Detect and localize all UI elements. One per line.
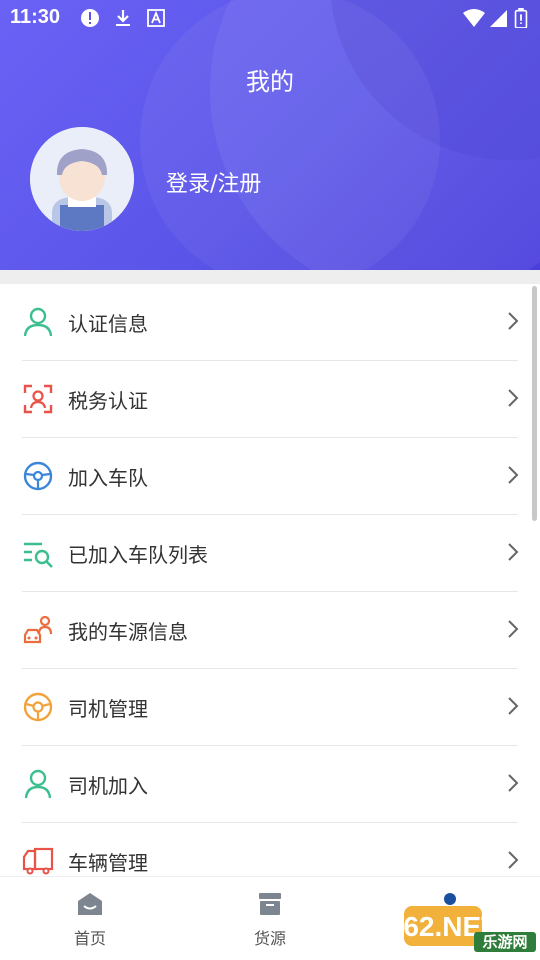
chevron-right-icon	[508, 851, 519, 869]
steering-wheel-icon	[23, 692, 53, 722]
battery-icon	[514, 8, 528, 28]
menu-item-label: 司机管理	[68, 697, 148, 721]
menu-item-label: 我的车源信息	[68, 620, 188, 644]
person-icon	[24, 769, 52, 799]
menu-item-label: 车辆管理	[68, 851, 148, 875]
watermark-logo: 962.NET 乐游网	[398, 906, 536, 952]
alert-icon	[81, 9, 99, 27]
box-icon	[259, 893, 281, 915]
chevron-right-icon	[508, 697, 519, 715]
signal-icon	[490, 10, 507, 27]
menu-item-certification-info[interactable]: 认证信息	[22, 284, 519, 361]
person-car-icon	[23, 615, 53, 644]
list-search-icon	[24, 542, 53, 568]
chevron-right-icon	[508, 620, 519, 638]
watermark-text-sub: 乐游网	[482, 933, 527, 951]
header-decoration	[140, 0, 440, 270]
menu-item-joined-fleet-list[interactable]: 已加入车队列表	[22, 515, 519, 592]
status-bar: 11:30	[0, 0, 540, 36]
login-register-link[interactable]: 登录/注册	[166, 166, 261, 198]
menu-item-tax-certification[interactable]: 税务认证	[22, 361, 519, 438]
menu-item-driver-join[interactable]: 司机加入	[22, 746, 519, 823]
avatar[interactable]	[30, 127, 134, 231]
person-icon	[23, 307, 53, 337]
nav-label: 首页	[73, 929, 106, 948]
menu-item-label: 已加入车队列表	[68, 543, 208, 567]
profile-header: 11:30 我的 登录/注册	[0, 0, 540, 270]
chevron-right-icon	[508, 312, 519, 330]
page-title: 我的	[246, 68, 294, 96]
menu-item-driver-management[interactable]: 司机管理	[22, 669, 519, 746]
menu-item-join-fleet[interactable]: 加入车队	[22, 438, 519, 515]
chevron-right-icon	[508, 466, 519, 484]
section-divider	[0, 270, 540, 284]
chevron-right-icon	[508, 543, 519, 561]
menu-item-label: 认证信息	[68, 312, 148, 336]
steering-wheel-icon	[23, 461, 53, 491]
menu-item-label: 税务认证	[68, 389, 148, 413]
download-icon	[116, 10, 130, 26]
wifi-icon	[463, 9, 485, 27]
nav-home[interactable]: 首页	[40, 891, 140, 949]
menu-item-label: 司机加入	[68, 774, 148, 798]
status-time: 11:30	[10, 6, 61, 28]
profile-menu: 认证信息 税务认证 加入车队 已加入车队列表 我的车源信息 司机管理 司机加入 …	[0, 284, 540, 900]
nav-label: 货源	[253, 929, 286, 948]
chevron-right-icon	[508, 774, 519, 792]
menu-item-label: 加入车队	[68, 466, 148, 490]
chevron-right-icon	[508, 389, 519, 407]
default-avatar-icon	[30, 127, 134, 231]
nav-cargo-source[interactable]: 货源	[220, 891, 320, 949]
font-icon	[147, 9, 165, 27]
face-scan-icon	[23, 384, 53, 414]
home-icon	[78, 893, 102, 915]
scrollbar[interactable]	[532, 286, 537, 521]
truck-icon	[22, 847, 54, 875]
menu-item-my-vehicle-source[interactable]: 我的车源信息	[22, 592, 519, 669]
